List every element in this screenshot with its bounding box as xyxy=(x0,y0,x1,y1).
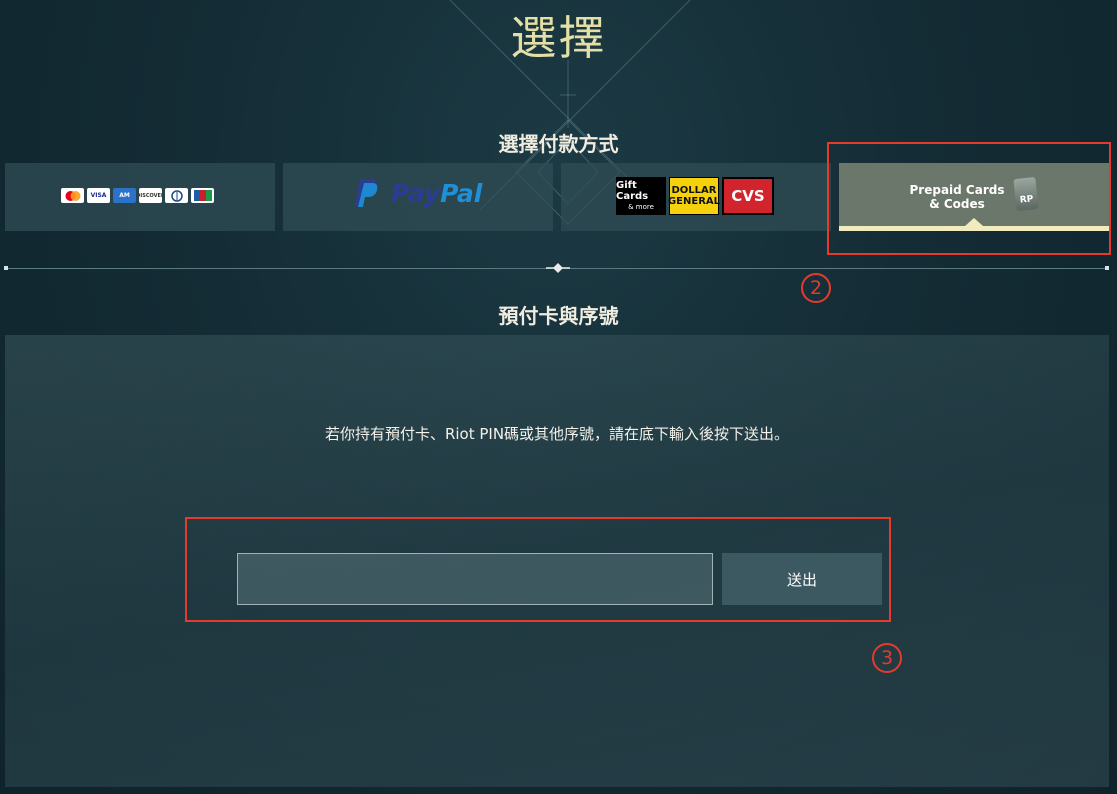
page-title: 選擇 xyxy=(510,11,607,65)
section-title: 預付卡與序號 xyxy=(498,304,619,328)
cvs-logo: CVS xyxy=(722,177,774,215)
paypal-icon xyxy=(355,179,378,207)
payment-method-paypal[interactable]: PayPal xyxy=(283,163,553,231)
instruction-text: 若你持有預付卡、Riot PIN碼或其他序號，請在底下輸入後按下送出。 xyxy=(324,425,790,443)
annotation-number-3: 3 xyxy=(872,643,902,673)
annotation-number-2: 2 xyxy=(801,273,831,303)
paypal-logo-text: PayPal xyxy=(391,178,483,208)
diners-icon xyxy=(165,188,188,203)
discover-icon: DISCOVER xyxy=(139,188,162,203)
gift-cards-logo: Gift Cards & more xyxy=(616,177,666,215)
mastercard-icon xyxy=(61,188,84,203)
divider-dot-right xyxy=(1105,266,1109,270)
payment-method-giftcards[interactable]: Gift Cards & more DOLLAR GENERAL CVS xyxy=(561,163,831,231)
dollar-general-logo: DOLLAR GENERAL xyxy=(668,177,720,215)
annotation-box-2 xyxy=(827,142,1111,255)
divider-dot-left xyxy=(4,266,8,270)
amex-icon: AM xyxy=(113,188,136,203)
divider-ornament-icon xyxy=(546,263,570,273)
gift-card-logos: Gift Cards & more DOLLAR GENERAL CVS xyxy=(616,177,774,215)
card-brand-logos: VISA AM DISCOVER xyxy=(61,188,214,203)
payment-method-cards[interactable]: VISA AM DISCOVER xyxy=(5,163,275,231)
jcb-icon xyxy=(191,188,214,203)
annotation-box-3 xyxy=(185,517,891,622)
visa-icon: VISA xyxy=(87,188,110,203)
